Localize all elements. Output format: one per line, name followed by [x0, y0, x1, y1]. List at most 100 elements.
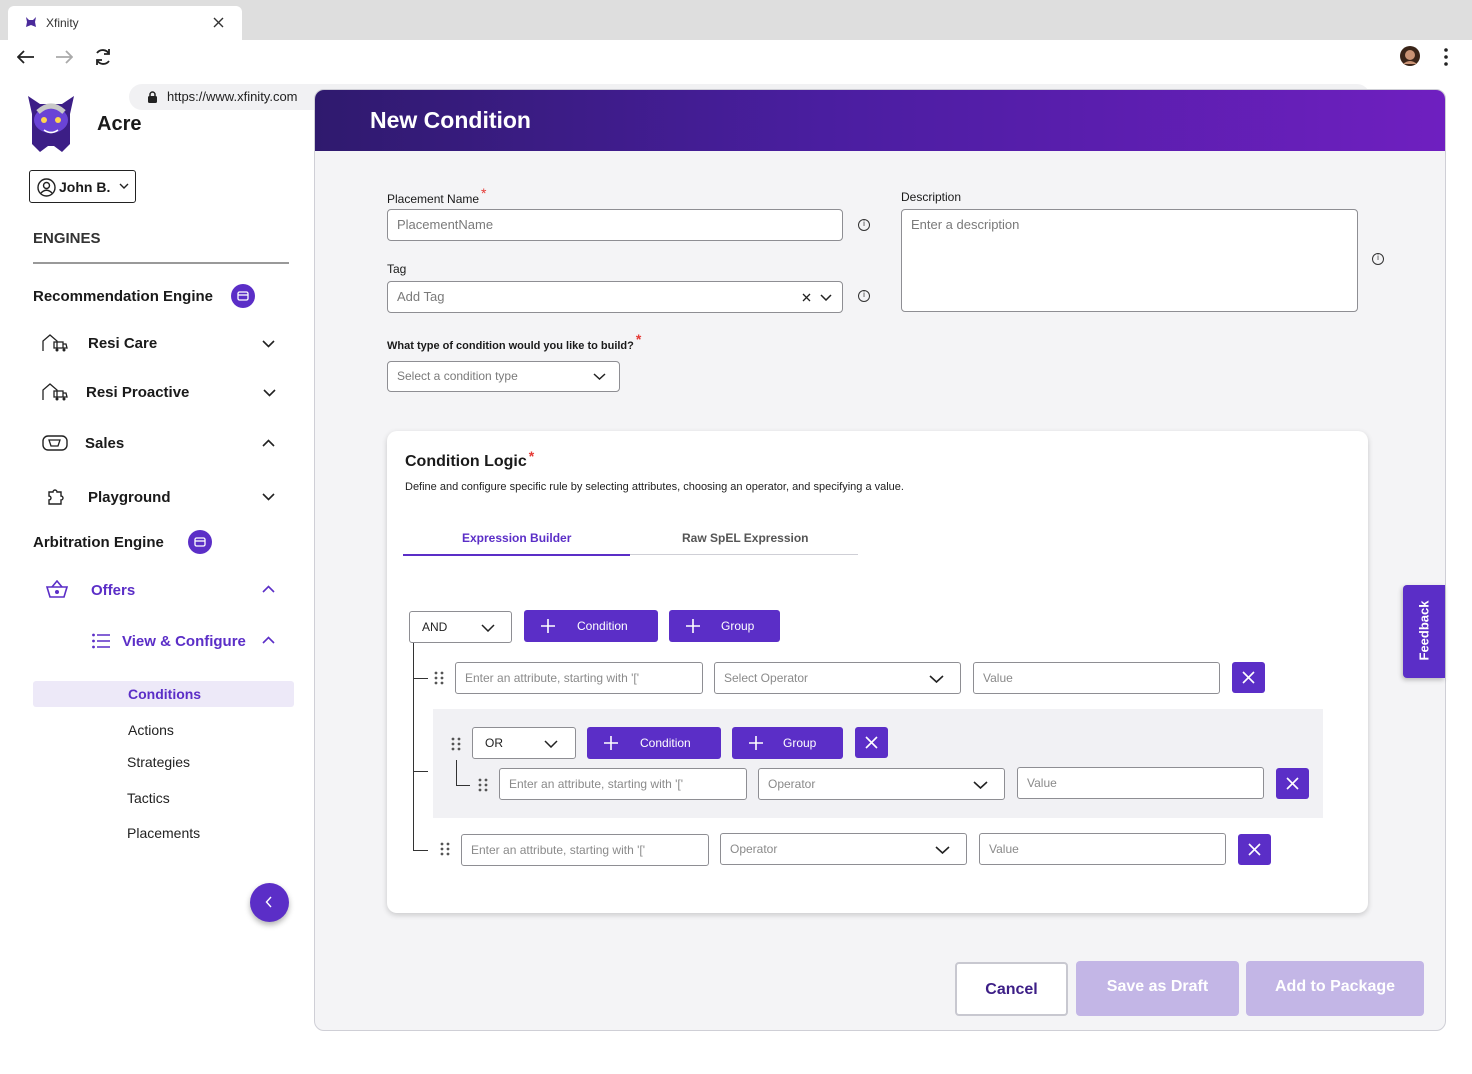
tag-select[interactable]: Add Tag	[387, 281, 843, 313]
plus-icon	[685, 618, 701, 634]
operator-placeholder: Operator	[768, 777, 816, 791]
sidebar-subitem-label: Conditions	[128, 686, 202, 702]
chevron-left-icon	[265, 896, 273, 908]
condition-group	[433, 709, 1323, 818]
tab-raw-spel[interactable]: Raw SpEL Expression	[630, 526, 858, 556]
remove-rule-button[interactable]	[1238, 834, 1271, 865]
condition-type-placeholder: Select a condition type	[397, 369, 518, 383]
add-group-button[interactable]: Group	[669, 610, 780, 642]
button-label: Condition	[640, 736, 691, 750]
feedback-tab[interactable]: Feedback	[1403, 585, 1445, 678]
remove-rule-button[interactable]	[1276, 768, 1309, 799]
value-input[interactable]: Value	[979, 833, 1226, 865]
user-name: John B.	[59, 179, 111, 195]
recommendation-engine-label[interactable]: Recommendation Engine	[33, 288, 213, 305]
sidebar-subitem-actions[interactable]: Actions	[128, 722, 174, 738]
chevron-down-icon	[481, 624, 495, 632]
value-input[interactable]: Value	[1017, 767, 1264, 799]
tree-line	[413, 643, 414, 851]
description-textarea[interactable]: Enter a description	[901, 209, 1358, 312]
attribute-input[interactable]: Enter an attribute, starting with '['	[461, 834, 709, 866]
group-operator-select[interactable]: OR	[472, 727, 576, 759]
browser-menu-icon[interactable]	[1443, 48, 1449, 66]
attribute-input[interactable]: Enter an attribute, starting with '['	[455, 662, 703, 694]
engine-badge-icon	[231, 284, 255, 308]
sidebar-item-resi-proactive[interactable]: Resi Proactive	[33, 375, 289, 411]
chevron-down-icon	[119, 183, 129, 189]
sidebar-item-label: Offers	[91, 582, 136, 599]
puzzle-icon	[47, 486, 65, 506]
chevron-up-icon	[262, 585, 275, 593]
drag-handle-icon[interactable]	[440, 842, 450, 856]
sidebar-item-resi-care[interactable]: Resi Care	[33, 326, 289, 362]
tree-line	[413, 771, 428, 772]
placement-name-input[interactable]: PlacementName	[387, 209, 843, 241]
value-input[interactable]: Value	[973, 662, 1220, 694]
chevron-up-icon	[262, 439, 275, 447]
condition-logic-description: Define and configure specific rule by se…	[405, 481, 904, 493]
forward-arrow-icon[interactable]	[55, 50, 73, 64]
user-icon	[37, 178, 56, 197]
info-icon[interactable]	[858, 219, 870, 231]
group-add-condition-button[interactable]: Condition	[587, 727, 721, 759]
tab-close-icon[interactable]	[213, 17, 224, 28]
add-to-package-button[interactable]: Add to Package	[1246, 961, 1424, 1016]
description-label: Description	[901, 190, 962, 204]
sidebar-item-offers[interactable]: Offers	[33, 573, 289, 609]
root-operator-select[interactable]: AND	[409, 611, 512, 643]
sidebar-item-label: Resi Care	[88, 335, 158, 352]
drag-handle-icon[interactable]	[434, 671, 444, 685]
reload-icon[interactable]	[93, 47, 113, 67]
sidebar-subitem-placements[interactable]: Placements	[127, 825, 200, 841]
tab-label: Raw SpEL Expression	[682, 531, 809, 545]
sidebar-item-playground[interactable]: Playground	[33, 479, 289, 515]
drag-handle-icon[interactable]	[451, 737, 461, 751]
cancel-button[interactable]: Cancel	[955, 962, 1068, 1016]
close-icon	[1286, 777, 1299, 790]
close-icon	[1248, 843, 1261, 856]
chevron-up-icon	[262, 636, 275, 644]
info-icon[interactable]	[858, 290, 870, 302]
tree-line	[413, 850, 428, 851]
operator-select[interactable]: Operator	[758, 768, 1005, 800]
sidebar-subitem-tactics[interactable]: Tactics	[127, 790, 170, 806]
clear-icon[interactable]	[802, 293, 811, 302]
back-arrow-icon[interactable]	[17, 50, 35, 64]
profile-avatar[interactable]	[1400, 46, 1420, 66]
browser-tab[interactable]: Xfinity	[8, 6, 242, 40]
add-condition-button[interactable]: Condition	[524, 610, 658, 642]
sidebar-item-view-configure[interactable]: View & Configure	[88, 624, 288, 660]
chevron-down-icon	[593, 373, 606, 380]
sidebar-subitem-strategies[interactable]: Strategies	[127, 754, 190, 770]
sidebar-item-label: Playground	[88, 489, 171, 506]
tree-line	[413, 678, 428, 679]
plus-icon	[540, 618, 556, 634]
info-icon[interactable]	[1372, 253, 1384, 265]
placement-name-label: Placement Name *	[387, 185, 487, 206]
acre-logo	[24, 90, 78, 154]
close-icon	[865, 736, 878, 749]
condition-type-select[interactable]: Select a condition type	[387, 361, 620, 392]
chevron-down-icon	[262, 340, 275, 348]
remove-group-button[interactable]	[855, 727, 888, 758]
attribute-input[interactable]: Enter an attribute, starting with '['	[499, 768, 747, 800]
browser-tab-bar: Xfinity	[0, 0, 1472, 40]
tab-expression-builder[interactable]: Expression Builder	[403, 526, 630, 556]
divider	[33, 262, 289, 264]
save-draft-button[interactable]: Save as Draft	[1076, 961, 1239, 1016]
tree-line	[456, 760, 457, 785]
root-operator-value: AND	[422, 620, 448, 634]
engines-heading: ENGINES	[33, 230, 101, 247]
remove-rule-button[interactable]	[1232, 662, 1265, 693]
user-dropdown[interactable]: John B.	[29, 170, 136, 203]
operator-select[interactable]: Operator	[720, 833, 967, 865]
collapse-sidebar-button[interactable]	[250, 883, 289, 922]
drag-handle-icon[interactable]	[478, 778, 488, 792]
sidebar-subitem-conditions[interactable]: Conditions	[33, 681, 294, 707]
sidebar-item-sales[interactable]: Sales	[33, 426, 289, 462]
operator-select[interactable]: Select Operator	[714, 662, 961, 694]
chevron-down-icon	[263, 389, 276, 397]
sidebar-item-label: Resi Proactive	[86, 384, 190, 401]
arbitration-engine-label[interactable]: Arbitration Engine	[33, 534, 164, 551]
group-add-group-button[interactable]: Group	[732, 727, 843, 759]
